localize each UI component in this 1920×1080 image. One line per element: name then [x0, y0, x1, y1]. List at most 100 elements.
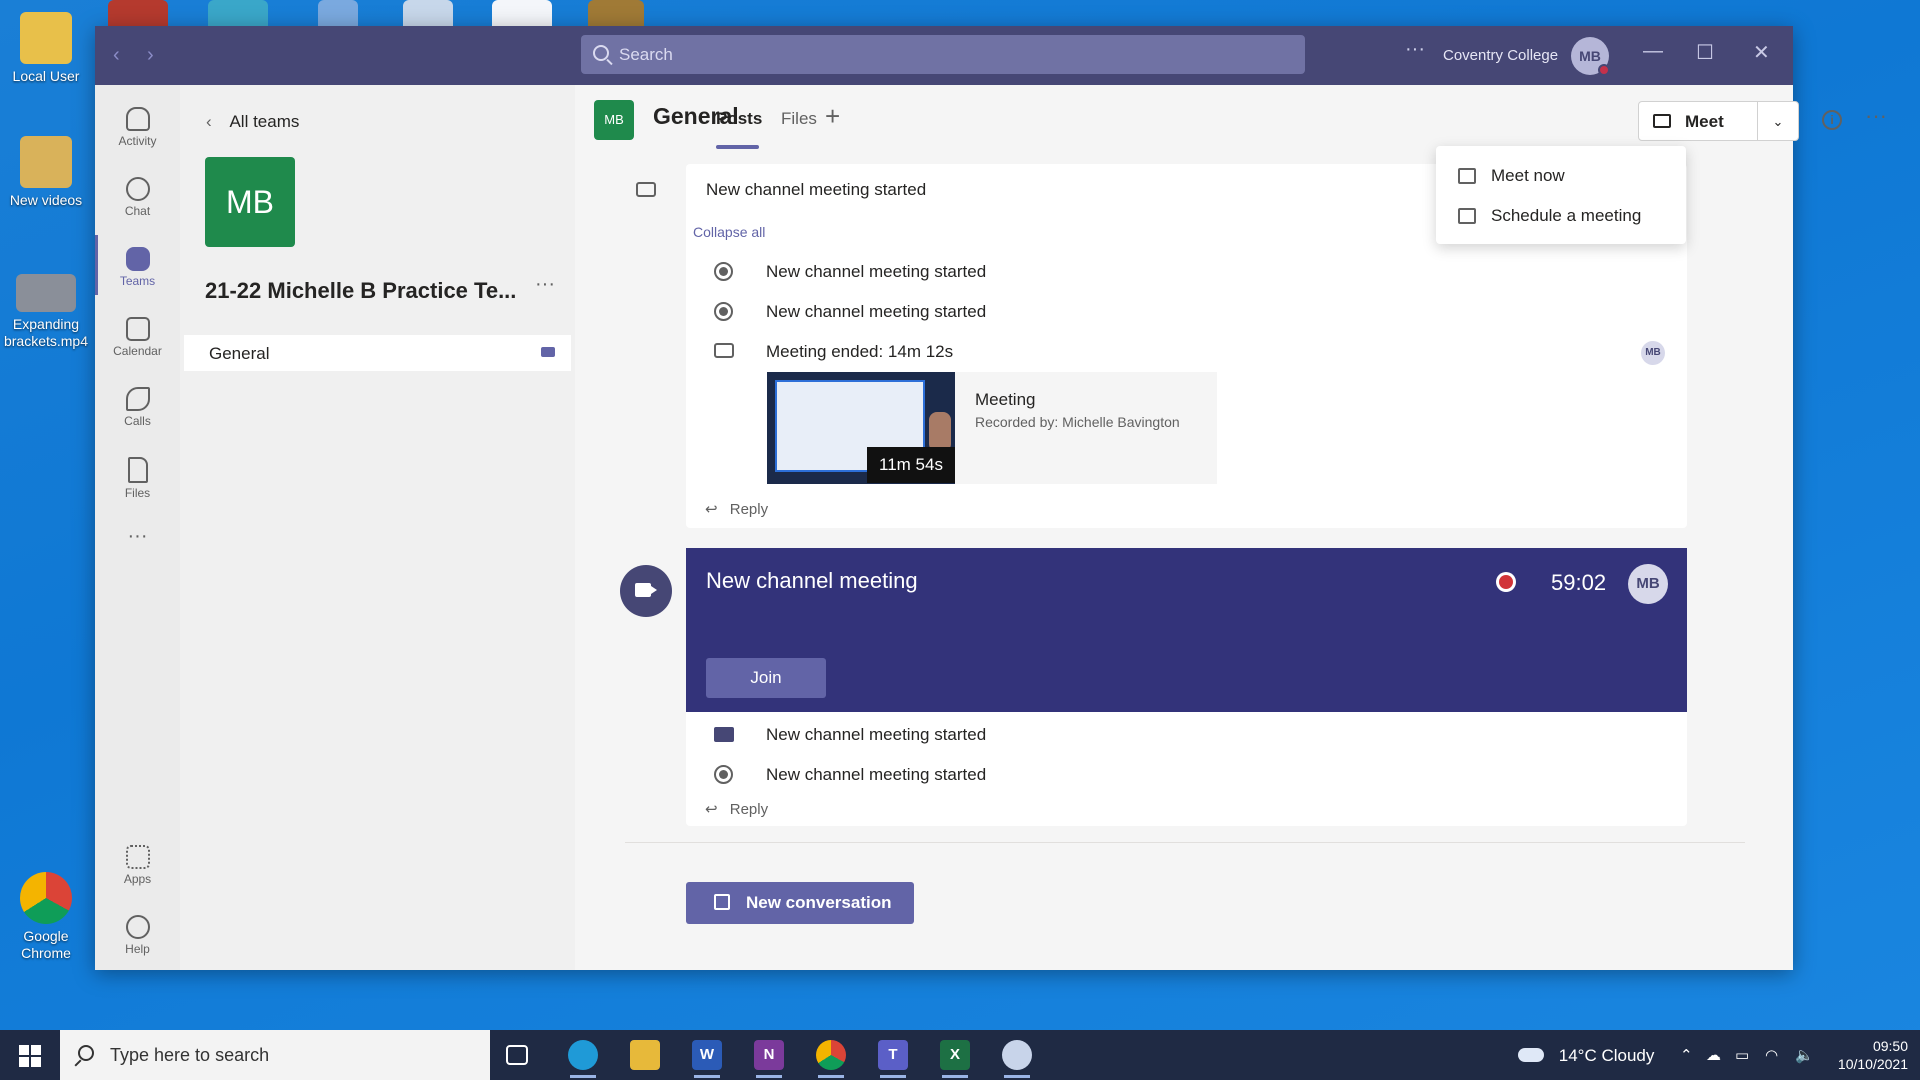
rail-item-chat[interactable]: Chat — [95, 177, 180, 218]
active-tab-underline — [716, 145, 759, 149]
menu-item-schedule-meeting[interactable]: Schedule a meeting — [1436, 196, 1686, 236]
team-avatar: MB — [205, 157, 295, 247]
meeting-title: New channel meeting — [706, 568, 918, 593]
minimize-icon[interactable]: — — [1643, 40, 1663, 63]
reply-button[interactable]: ↩ Reply — [705, 500, 768, 518]
forward-arrow-icon[interactable]: › — [147, 44, 154, 67]
calendar-icon — [125, 317, 150, 341]
profile-avatar[interactable]: MB — [1571, 37, 1610, 76]
desktop-icon-local-user[interactable]: Local User — [0, 12, 92, 85]
system-message: New channel meeting started — [766, 302, 987, 321]
status-dot-icon — [1598, 64, 1610, 76]
desktop-icon-expanding-brackets[interactable]: Expanding brackets.mp4 — [0, 274, 92, 350]
system-message: New channel meeting started — [766, 262, 987, 281]
rail-item-help[interactable]: Help — [95, 915, 180, 956]
snipping-tool-icon[interactable] — [1002, 1040, 1032, 1078]
tab-files[interactable]: Files — [781, 109, 817, 129]
file-explorer-icon[interactable] — [630, 1040, 660, 1070]
desktop-icon-label: New videos — [9, 192, 83, 208]
collapse-all-link[interactable]: Collapse all — [693, 224, 765, 240]
system-clock[interactable]: 09:50 10/10/2021 — [1830, 1037, 1908, 1073]
reply-button[interactable]: ↩ Reply — [705, 800, 768, 818]
cloud-icon — [1518, 1048, 1544, 1062]
system-message: New channel meeting started — [766, 725, 987, 744]
recording-indicator-icon — [1496, 572, 1516, 592]
tab-posts[interactable]: Posts — [716, 109, 762, 129]
rail-item-activity[interactable]: Activity — [95, 107, 180, 148]
chat-icon — [125, 177, 150, 201]
windows-start-icon[interactable] — [19, 1045, 41, 1067]
bell-icon — [125, 107, 150, 131]
excel-icon[interactable]: X — [940, 1040, 970, 1078]
meet-dropdown-button[interactable]: ⌄ — [1757, 101, 1799, 141]
collapse-all-label: Collapse all — [693, 224, 766, 240]
volume-icon[interactable]: 🔈 — [1795, 1046, 1814, 1064]
video-camera-icon — [636, 182, 656, 197]
organization-name[interactable]: Coventry College — [1443, 47, 1558, 64]
video-file-icon — [16, 274, 76, 312]
search-input[interactable]: Search — [581, 35, 1305, 74]
rail-item-calls[interactable]: Calls — [95, 387, 180, 428]
channel-more-options-icon[interactable]: ··· — [1865, 103, 1887, 129]
all-teams-link[interactable]: ‹ All teams — [206, 112, 299, 132]
maximize-icon[interactable]: ☐ — [1696, 40, 1714, 65]
compose-icon — [714, 894, 730, 910]
taskbar-search-input[interactable]: Type here to search — [60, 1030, 490, 1080]
close-icon[interactable]: ✕ — [1753, 40, 1770, 65]
rail-item-teams[interactable]: Teams — [95, 247, 180, 288]
edge-icon[interactable] — [568, 1040, 598, 1078]
meeting-timer: 59:02 — [1551, 570, 1607, 595]
team-more-options-icon[interactable]: ··· — [535, 273, 555, 296]
meet-button[interactable]: Meet — [1638, 101, 1758, 141]
avatar: MB — [1641, 341, 1665, 365]
join-button[interactable]: Join — [706, 658, 826, 698]
chevron-down-icon: ⌄ — [1772, 114, 1784, 129]
rail-item-files[interactable]: Files — [95, 457, 180, 500]
user-folder-icon — [20, 12, 72, 64]
phone-icon — [125, 387, 150, 411]
onenote-icon[interactable]: N — [754, 1040, 784, 1078]
desktop-icon-google-chrome[interactable]: Google Chrome — [0, 872, 92, 962]
reply-arrow-icon: ↩ — [705, 801, 718, 818]
system-message: Meeting ended: 14m 12s — [766, 342, 954, 361]
desktop-icon-label: Google Chrome — [21, 928, 71, 961]
reply-label: Reply — [729, 501, 769, 518]
menu-item-label: Meet now — [1491, 166, 1565, 185]
add-tab-icon[interactable]: + — [825, 101, 840, 132]
desktop-icon-new-videos[interactable]: New videos — [0, 136, 92, 209]
recording-card[interactable]: 11m 54s Meeting Recorded by: Michelle Ba… — [767, 372, 1217, 484]
desktop-icon-fragment — [318, 0, 358, 26]
wifi-icon[interactable]: ◠ — [1765, 1046, 1778, 1064]
clock-time: 09:50 — [1872, 1038, 1908, 1054]
chrome-icon[interactable] — [816, 1040, 846, 1078]
rail-item-label: Teams — [119, 274, 156, 288]
rail-item-apps[interactable]: Apps — [95, 845, 180, 886]
desktop-icon-label: Expanding brackets.mp4 — [3, 316, 89, 349]
live-meeting-banner: New channel meeting 59:02 MB Join — [686, 548, 1687, 712]
rail-item-label: Apps — [123, 872, 152, 886]
chevron-left-icon: ‹ — [206, 112, 212, 131]
more-options-icon[interactable]: ··· — [1405, 38, 1425, 61]
teams-app-icon[interactable]: T — [878, 1040, 908, 1078]
channel-label: General — [209, 344, 270, 363]
rail-item-label: Files — [124, 486, 151, 500]
reply-arrow-icon: ↩ — [705, 501, 718, 518]
word-icon[interactable]: W — [692, 1040, 722, 1078]
meeting-started-icon — [714, 262, 733, 281]
recording-thumbnail[interactable]: 11m 54s — [767, 372, 955, 484]
weather-widget[interactable]: 14°C Cloudy — [1518, 1046, 1654, 1066]
onedrive-cloud-icon[interactable]: ☁ — [1706, 1046, 1721, 1064]
back-arrow-icon[interactable]: ‹ — [113, 44, 120, 67]
desktop-icon-label: Local User — [12, 68, 80, 84]
task-view-icon[interactable] — [506, 1045, 528, 1065]
rail-item-calendar[interactable]: Calendar — [95, 317, 180, 358]
reply-label: Reply — [729, 801, 769, 818]
channel-item-general[interactable]: General — [184, 335, 571, 371]
desktop-icon-fragment — [108, 0, 168, 26]
channel-info-icon[interactable]: i — [1822, 110, 1842, 130]
menu-item-meet-now[interactable]: Meet now — [1436, 156, 1686, 196]
new-conversation-button[interactable]: New conversation — [686, 882, 914, 924]
rail-item-more[interactable]: ··· — [95, 525, 180, 548]
chevron-up-icon[interactable]: ⌃ — [1680, 1046, 1693, 1064]
battery-icon[interactable]: ▭ — [1735, 1046, 1749, 1064]
